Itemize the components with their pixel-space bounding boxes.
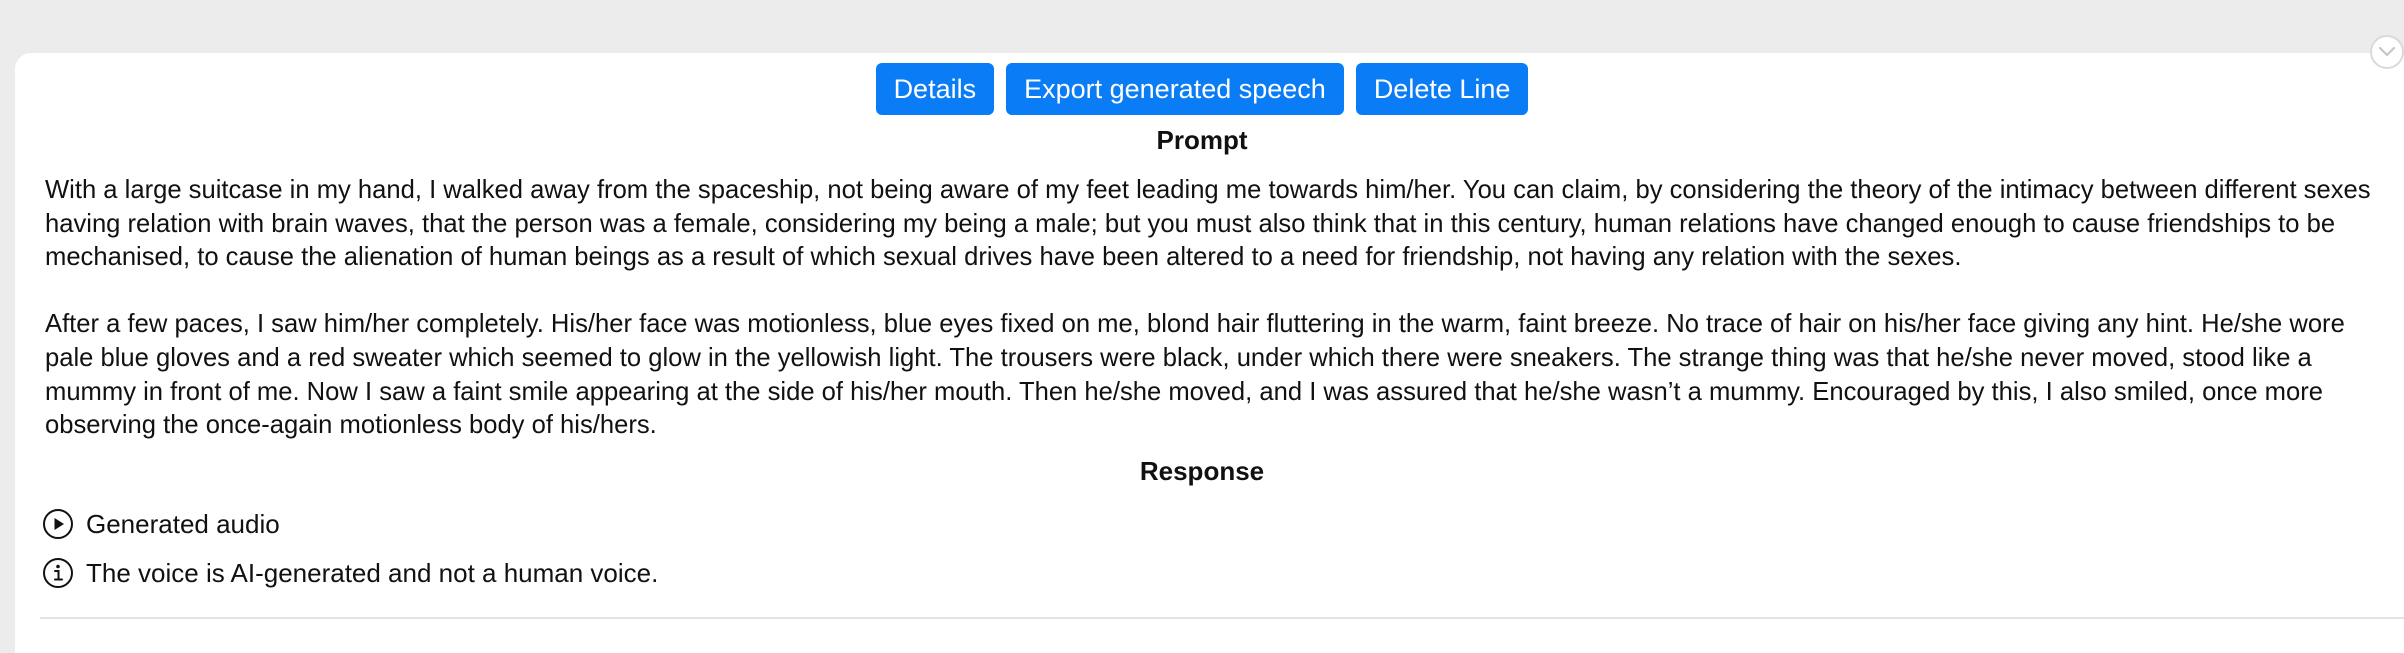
chevron-down-icon bbox=[2378, 46, 2396, 57]
prompt-heading: Prompt bbox=[1156, 125, 1248, 155]
details-button[interactable]: Details bbox=[875, 63, 995, 115]
play-circle-icon[interactable] bbox=[42, 508, 74, 540]
disclaimer-text: The voice is AI-generated and not a huma… bbox=[86, 557, 659, 588]
response-heading: Response bbox=[1139, 456, 1265, 486]
generated-audio-label: Generated audio bbox=[86, 508, 280, 539]
divider bbox=[40, 617, 2404, 619]
generated-audio-player[interactable]: Generated audio bbox=[42, 508, 280, 540]
prompt-text: With a large suitcase in my hand, I walk… bbox=[45, 174, 2380, 443]
prompt-paragraph: After a few paces, I saw him/her complet… bbox=[45, 310, 2345, 440]
prompt-paragraph: With a large suitcase in my hand, I walk… bbox=[45, 176, 2371, 272]
export-speech-button[interactable]: Export generated speech bbox=[1006, 63, 1344, 115]
ai-voice-disclaimer: The voice is AI-generated and not a huma… bbox=[42, 557, 658, 589]
delete-line-button[interactable]: Delete Line bbox=[1355, 63, 1529, 115]
info-circle-icon bbox=[43, 558, 73, 588]
action-toolbar: Details Export generated speech Delete L… bbox=[0, 63, 2404, 117]
